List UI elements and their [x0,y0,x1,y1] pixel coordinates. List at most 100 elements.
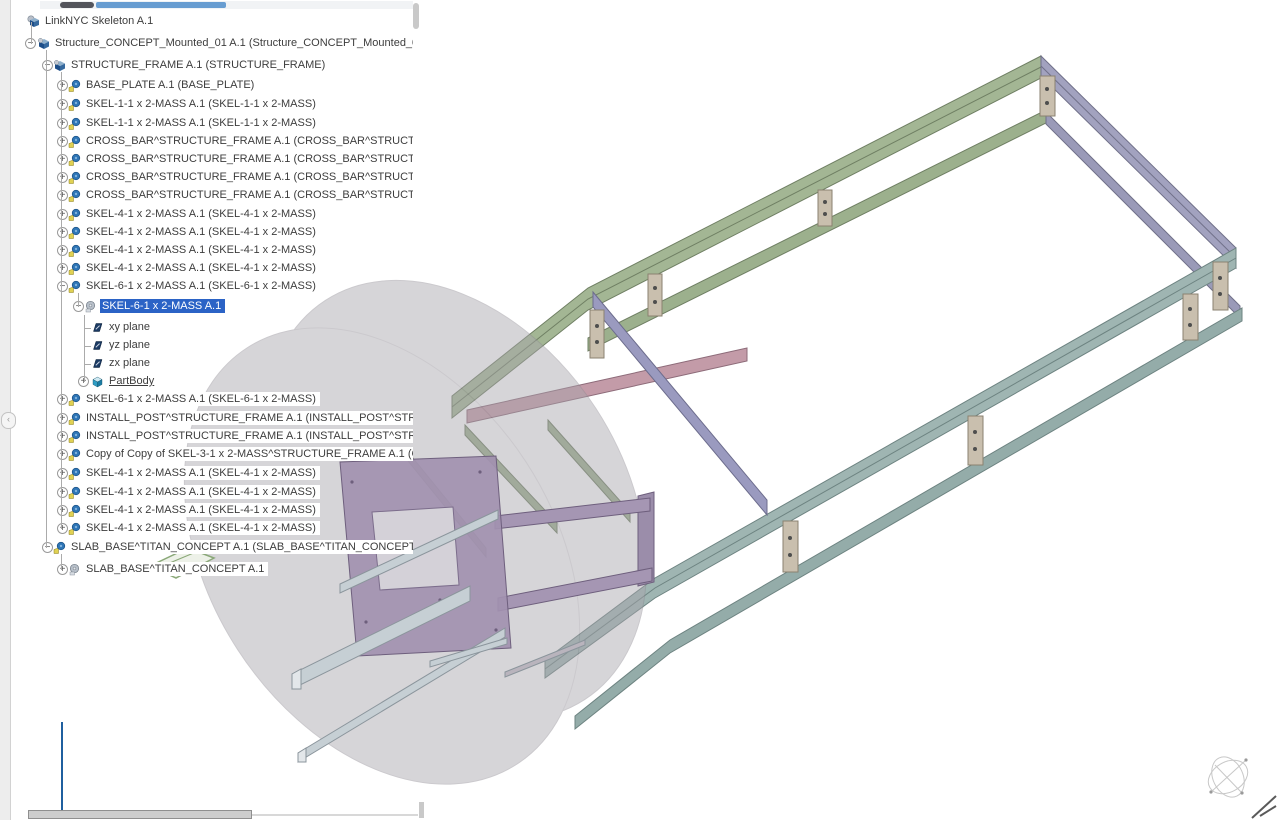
tree-vertical-scrollbar-bottom[interactable] [419,802,424,818]
expand-toggle-icon[interactable]: + [57,245,68,256]
expand-toggle-icon[interactable]: + [57,99,68,110]
part-icon [68,98,81,111]
tree-row-label[interactable]: LinkNYC Skeleton A.1 [43,14,157,28]
tree-row-label[interactable]: SKEL-4-1 x 2-MASS A.1 (SKEL-4-1 x 2-MASS… [84,503,320,517]
tree-row-label[interactable]: SKEL-1-1 x 2-MASS A.1 (SKEL-1-1 x 2-MASS… [84,97,320,111]
collapse-panel-button[interactable]: ‹ [1,412,16,429]
part-icon [68,486,81,499]
tree-connector-line [46,50,47,548]
part-icon [68,522,81,535]
product-icon [53,59,66,72]
expand-toggle-icon[interactable]: + [57,209,68,220]
part-icon [68,117,81,130]
tree-row-label[interactable]: SKEL-4-1 x 2-MASS A.1 (SKEL-4-1 x 2-MASS… [84,261,320,275]
plane-icon [91,321,104,334]
plane-icon [91,339,104,352]
bottom-scrollbar-track[interactable] [252,814,418,816]
part-icon [68,448,81,461]
application-window: ‹ LinkNYC Skeleton A.1−Structure_CONCEPT… [0,0,1280,820]
tree-row-label[interactable]: CROSS_BAR^STRUCTURE_FRAME A.1 (CROSS_BAR… [84,152,413,166]
tree-connector-stub [84,328,91,329]
expand-toggle-icon[interactable]: + [57,80,68,91]
collapse-toggle-icon[interactable]: − [42,542,53,553]
body-icon [91,375,104,388]
tree-row-label[interactable]: BASE_PLATE A.1 (BASE_PLATE) [84,78,258,92]
specification-tree[interactable]: LinkNYC Skeleton A.1−Structure_CONCEPT_M… [0,0,413,820]
collapse-toggle-icon[interactable]: − [57,281,68,292]
tree-connector-stub [84,346,91,347]
tree-connector-line [61,72,62,529]
expand-toggle-icon[interactable]: + [57,468,68,479]
part-icon [68,262,81,275]
corner-cursor-mark [1252,796,1276,818]
expand-toggle-icon[interactable]: + [57,413,68,424]
tree-row-label[interactable]: SKEL-4-1 x 2-MASS A.1 (SKEL-4-1 x 2-MASS… [84,466,320,480]
expand-toggle-icon[interactable]: + [57,118,68,129]
part-icon [68,153,81,166]
expand-toggle-icon[interactable]: + [57,487,68,498]
tree-row-label[interactable]: SLAB_BASE^TITAN_CONCEPT A.1 (SLAB_BASE^T… [69,540,413,554]
tree-row-label[interactable]: Copy of Copy of SKEL-3-1 x 2-MASS^STRUCT… [84,447,413,461]
tree-row-label[interactable]: Structure_CONCEPT_Mounted_01 A.1 (Struct… [53,36,413,50]
product-icon [37,37,50,50]
panel-edge-strip [0,0,11,820]
part-icon [68,280,81,293]
expand-toggle-icon[interactable]: + [57,190,68,201]
tree-vertical-scrollbar-thumb[interactable] [413,3,419,29]
expand-toggle-icon[interactable]: + [57,154,68,165]
expand-toggle-icon[interactable]: + [57,394,68,405]
tree-row-label[interactable]: zx plane [107,356,154,370]
expand-toggle-icon[interactable]: + [57,136,68,147]
top-scrollbar-thumb[interactable] [96,2,226,8]
tree-row-label[interactable]: STRUCTURE_FRAME A.1 (STRUCTURE_FRAME) [69,58,329,72]
3d-compass[interactable] [1202,752,1253,803]
tree-row-label[interactable]: SKEL-4-1 x 2-MASS A.1 (SKEL-4-1 x 2-MASS… [84,243,320,257]
tree-row-label[interactable]: CROSS_BAR^STRUCTURE_FRAME A.1 (CROSS_BAR… [84,134,413,148]
tree-row-label[interactable]: INSTALL_POST^STRUCTURE_FRAME A.1 (INSTAL… [84,429,413,443]
tree-row-label[interactable]: CROSS_BAR^STRUCTURE_FRAME A.1 (CROSS_BAR… [84,170,413,184]
tree-row-label[interactable]: INSTALL_POST^STRUCTURE_FRAME A.1 (INSTAL… [84,411,413,425]
part-icon [68,504,81,517]
part-icon [68,135,81,148]
expand-toggle-icon[interactable]: + [57,431,68,442]
tree-row[interactable]: −Structure_CONCEPT_Mounted_01 A.1 (Struc… [0,36,413,52]
expand-toggle-icon[interactable]: + [57,449,68,460]
tree-row-label[interactable]: SKEL-4-1 x 2-MASS A.1 (SKEL-4-1 x 2-MASS… [84,207,320,221]
tree-row-label[interactable]: SKEL-4-1 x 2-MASS A.1 (SKEL-4-1 x 2-MASS… [84,521,320,535]
part-icon [68,226,81,239]
expand-toggle-icon[interactable]: + [57,523,68,534]
top-scrollbar-dark-segment[interactable] [60,2,94,8]
expand-toggle-icon[interactable]: + [57,564,68,575]
partdef-icon [84,300,97,313]
part-icon [68,171,81,184]
tree-row[interactable]: LinkNYC Skeleton A.1 [0,14,413,30]
tree-row-label[interactable]: PartBody [107,374,158,388]
part-icon [68,244,81,257]
plane-icon [91,357,104,370]
tree-row-label[interactable]: SKEL-4-1 x 2-MASS A.1 (SKEL-4-1 x 2-MASS… [84,225,320,239]
tree-connector-line [78,293,79,307]
tree-row-label[interactable]: yz plane [107,338,154,352]
expand-toggle-icon[interactable]: + [57,172,68,183]
tree-row-label[interactable]: CROSS_BAR^STRUCTURE_FRAME A.1 (CROSS_BAR… [84,188,413,202]
tree-connector-line [61,554,62,570]
bottom-scrollbar-thumb[interactable] [28,810,252,819]
tree-row-label[interactable]: SLAB_BASE^TITAN_CONCEPT A.1 [84,562,268,576]
expand-toggle-icon[interactable]: + [57,263,68,274]
tree-connector-line [84,315,85,382]
tree-row-label[interactable]: SKEL-1-1 x 2-MASS A.1 (SKEL-1-1 x 2-MASS… [84,116,320,130]
part-icon [68,393,81,406]
tree-row-label[interactable]: SKEL-6-1 x 2-MASS A.1 (SKEL-6-1 x 2-MASS… [84,392,320,406]
tree-row-label[interactable]: SKEL-6-1 x 2-MASS A.1 [100,299,225,313]
tree-row-label[interactable]: xy plane [107,320,154,334]
collapse-toggle-icon[interactable]: − [42,60,53,71]
expand-toggle-icon[interactable]: + [57,505,68,516]
part-icon [68,430,81,443]
partdef-icon [68,563,81,576]
part-icon [68,467,81,480]
tree-row-label[interactable]: SKEL-4-1 x 2-MASS A.1 (SKEL-4-1 x 2-MASS… [84,485,320,499]
part-icon [68,79,81,92]
expand-toggle-icon[interactable]: + [57,227,68,238]
part-icon [68,208,81,221]
tree-row-label[interactable]: SKEL-6-1 x 2-MASS A.1 (SKEL-6-1 x 2-MASS… [84,279,320,293]
